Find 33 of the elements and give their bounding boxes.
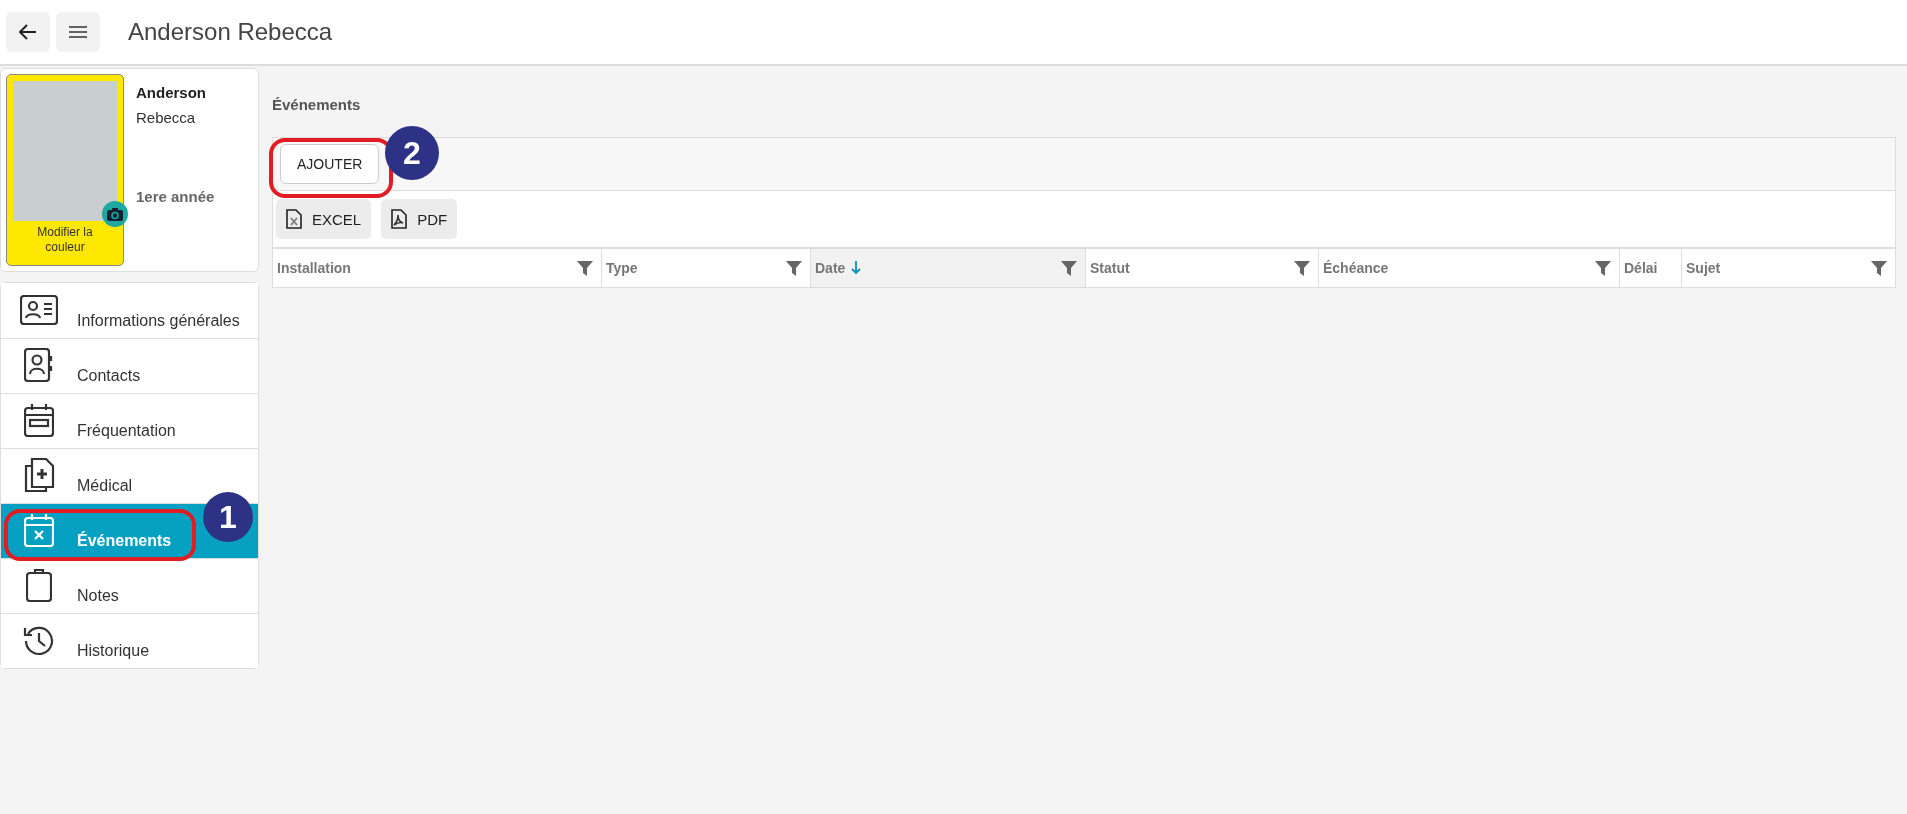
photo-caption[interactable]: Modifier la couleur [25, 225, 105, 255]
calendar-cross-icon [24, 513, 54, 547]
back-arrow-icon [19, 24, 37, 40]
export-button[interactable]: EXCEL [276, 199, 372, 239]
last-name: Anderson [136, 84, 207, 101]
sidebar-item[interactable]: Historique [1, 613, 258, 668]
menu-icon [69, 26, 87, 38]
contact-book-icon [24, 348, 54, 382]
grade-label: 1ere année [136, 188, 215, 205]
section-title: Événements [272, 96, 362, 113]
filter-icon[interactable] [577, 260, 593, 276]
menu-button[interactable] [56, 12, 100, 52]
id-card-icon [20, 294, 58, 325]
filter-icon[interactable] [1871, 260, 1887, 276]
camera-icon[interactable] [102, 201, 128, 227]
column-header[interactable]: Date [810, 249, 1085, 287]
pdf-file-icon [391, 209, 408, 229]
back-button[interactable] [6, 12, 50, 52]
sort-down-icon [851, 261, 862, 275]
filter-icon[interactable] [1061, 260, 1077, 276]
spreadsheet-file-icon [286, 209, 302, 229]
filter-icon[interactable] [1294, 260, 1310, 276]
step-number: 2 [385, 126, 439, 180]
add-button[interactable]: AJOUTER [280, 144, 380, 184]
export-button[interactable]: PDF [381, 199, 458, 239]
history-icon [23, 624, 55, 656]
filter-icon[interactable] [786, 260, 802, 276]
calendar-icon [24, 403, 54, 437]
filter-icon[interactable] [1595, 260, 1611, 276]
medical-document-icon [23, 458, 55, 492]
clipboard-icon [26, 568, 52, 602]
first-name: Rebecca [136, 109, 197, 126]
page-title: Anderson Rebecca [128, 18, 333, 46]
